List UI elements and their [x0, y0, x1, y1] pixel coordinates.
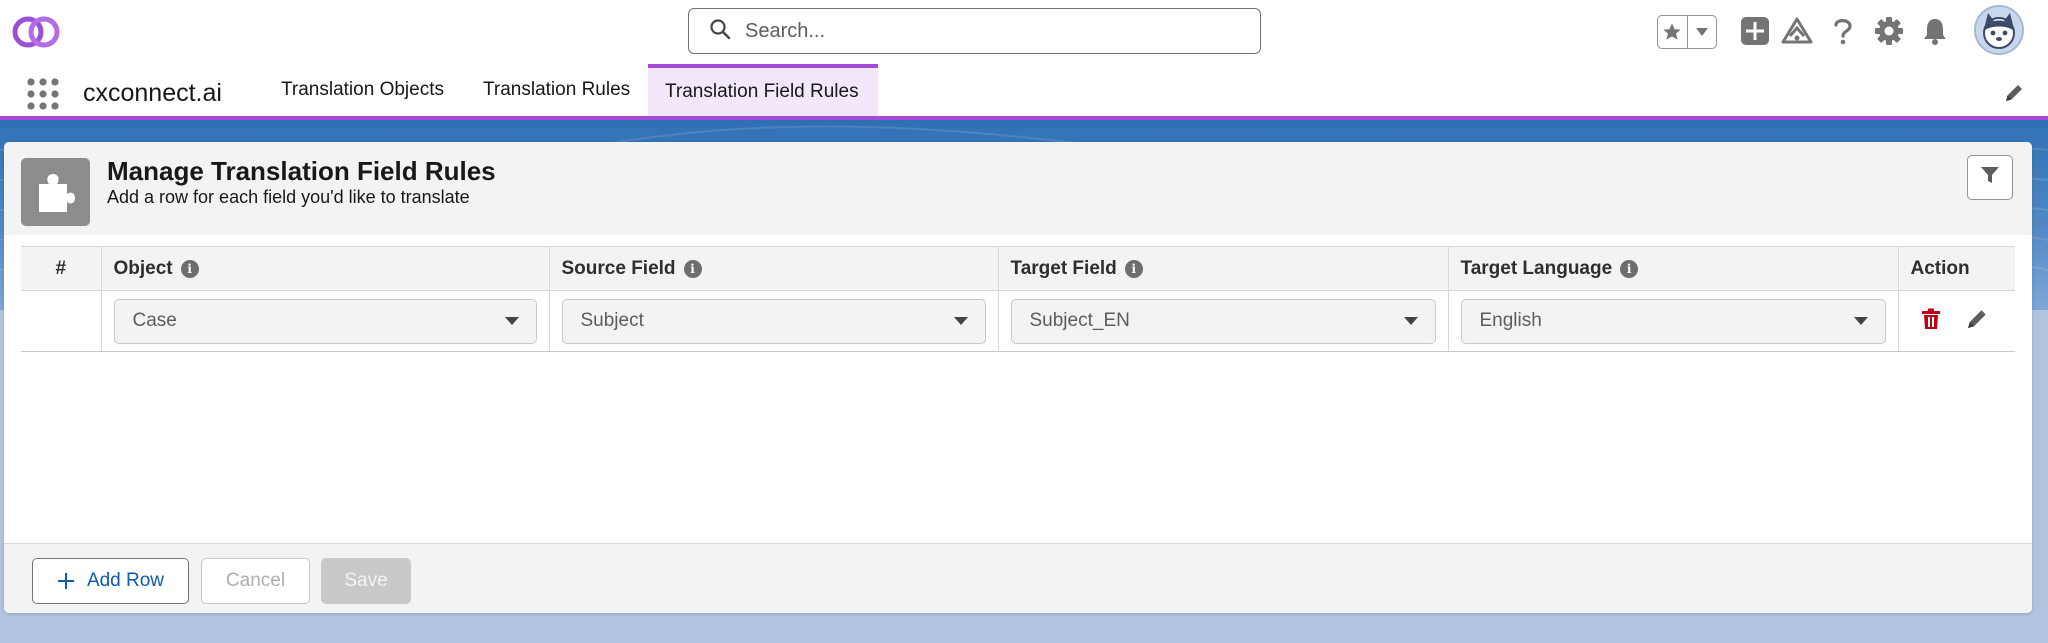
puzzle-icon: [21, 158, 90, 226]
global-search[interactable]: [688, 8, 1261, 54]
user-avatar[interactable]: [1974, 5, 2024, 55]
target-field-cell: Subject_EN: [998, 290, 1449, 352]
filter-icon: [1979, 164, 2001, 191]
chevron-down-icon: [953, 310, 969, 332]
column-header-action: Action: [1898, 246, 2015, 291]
column-label: Source Field: [561, 257, 676, 279]
target-field-combobox[interactable]: Subject_EN: [1010, 298, 1436, 344]
column-label: Action: [1910, 257, 1970, 279]
table-row: Case Subject Subject_EN English: [21, 290, 2015, 352]
source-field-cell: Subject: [549, 290, 999, 352]
combobox-value: Subject_EN: [1029, 310, 1130, 331]
column-header-number: #: [21, 246, 102, 291]
filter-button[interactable]: [1967, 155, 2013, 200]
search-input[interactable]: [745, 19, 1245, 43]
search-icon: [709, 18, 731, 45]
notifications-bell-icon[interactable]: [1917, 13, 1953, 49]
field-rules-card: Manage Translation Field Rules Add a row…: [4, 142, 2032, 613]
page-subtitle: Add a row for each field you'd like to t…: [107, 187, 470, 207]
column-header-source-field: Source Field i: [549, 246, 999, 291]
favorites-group: [1657, 15, 1717, 49]
plus-icon: [57, 572, 75, 590]
info-icon[interactable]: i: [683, 259, 702, 278]
tab-translation-objects[interactable]: Translation Objects: [264, 64, 461, 116]
logo-icon[interactable]: [10, 12, 64, 52]
column-label: Target Field: [1010, 257, 1117, 279]
delete-icon[interactable]: [1921, 308, 1941, 335]
field-rules-table: # Object i Source Field i Target Field i Ta…: [21, 246, 2015, 352]
column-label: Object: [113, 257, 173, 279]
target-language-cell: English: [1448, 290, 1899, 352]
favorites-dropdown-icon[interactable]: [1686, 16, 1716, 48]
card-header: Manage Translation Field Rules Add a row…: [4, 142, 2032, 235]
tab-translation-rules[interactable]: Translation Rules: [466, 64, 647, 116]
button-label: Cancel: [225, 570, 286, 591]
global-header: [0, 0, 2048, 64]
chevron-down-icon: [504, 310, 520, 332]
source-field-combobox[interactable]: Subject: [561, 298, 986, 344]
card-footer: Add Row Cancel Save: [4, 543, 2032, 613]
action-cell: [1898, 290, 2015, 352]
combobox-value: Subject: [580, 310, 644, 331]
help-icon[interactable]: [1825, 13, 1861, 49]
row-number-cell: [21, 290, 102, 352]
info-icon[interactable]: i: [1124, 259, 1143, 278]
setup-gear-icon[interactable]: [1871, 13, 1907, 49]
tab-label: Translation Objects: [281, 79, 444, 100]
table-header-row: # Object i Source Field i Target Field i Ta…: [21, 246, 2015, 291]
global-add-icon[interactable]: [1737, 13, 1773, 49]
edit-nav-pencil-icon[interactable]: [2003, 82, 2027, 106]
object-combobox[interactable]: Case: [113, 298, 537, 344]
column-header-target-field: Target Field i: [998, 246, 1449, 291]
target-language-combobox[interactable]: English: [1460, 298, 1886, 344]
app-nav-bar: cxconnect.ai Translation Objects Transla…: [0, 64, 2048, 120]
cancel-button[interactable]: Cancel: [201, 558, 310, 604]
chevron-down-icon: [1403, 310, 1419, 332]
object-cell: Case: [101, 290, 550, 352]
info-icon[interactable]: i: [180, 259, 199, 278]
info-icon[interactable]: i: [1620, 259, 1639, 278]
column-label: Target Language: [1460, 257, 1613, 279]
combobox-value: Case: [132, 310, 177, 331]
button-label: Save: [344, 570, 388, 591]
tab-label: Translation Field Rules: [665, 81, 859, 102]
button-label: Add Row: [86, 570, 165, 591]
save-button[interactable]: Save: [321, 558, 411, 604]
app-launcher-icon[interactable]: [26, 77, 60, 111]
tab-label: Translation Rules: [483, 79, 631, 100]
add-row-button[interactable]: Add Row: [32, 558, 189, 604]
app-name: cxconnect.ai: [83, 79, 222, 107]
column-label: #: [55, 257, 67, 279]
column-header-object: Object i: [101, 246, 550, 291]
column-header-target-language: Target Language i: [1448, 246, 1899, 291]
combobox-value: English: [1479, 310, 1542, 331]
trailhead-icon[interactable]: [1779, 13, 1815, 49]
chevron-down-icon: [1853, 310, 1869, 332]
edit-pencil-icon[interactable]: [1965, 307, 1989, 336]
tab-translation-field-rules[interactable]: Translation Field Rules: [648, 64, 878, 116]
favorites-star-icon[interactable]: [1658, 16, 1687, 48]
page-title: Manage Translation Field Rules: [107, 156, 496, 186]
